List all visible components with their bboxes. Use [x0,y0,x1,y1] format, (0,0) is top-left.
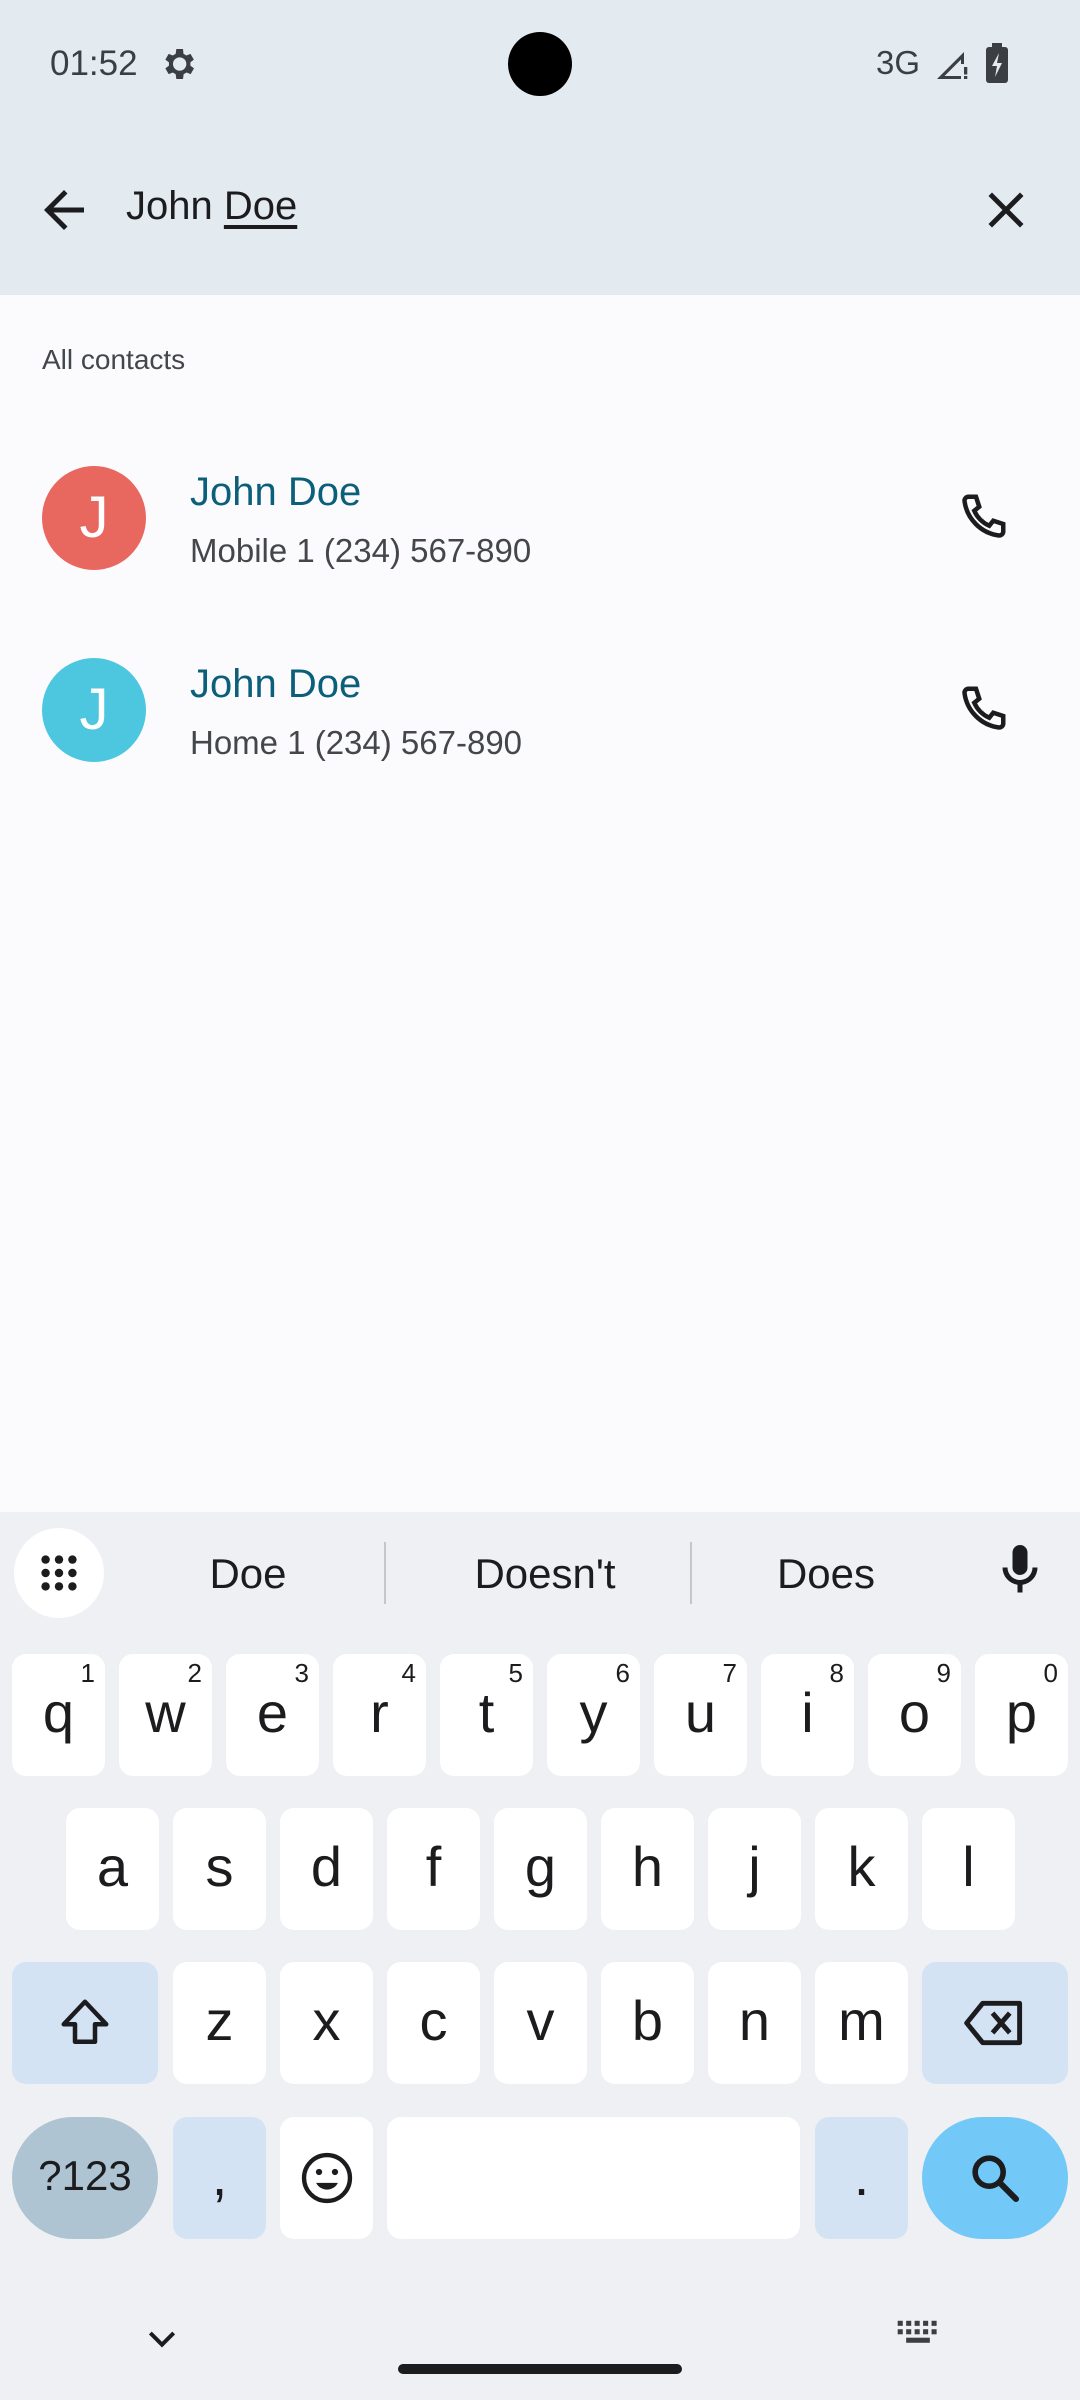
contact-name: John Doe [190,662,362,706]
key-b[interactable]: b [601,1962,694,2084]
settings-gear-icon [165,49,194,79]
key-o[interactable]: o9 [868,1654,961,1776]
contact-row[interactable]: J John Doe Mobile 1 (234) 567-890 [0,428,1080,608]
key-f[interactable]: f [387,1808,480,1930]
suggestion-item[interactable]: Doesn't [400,1550,690,1598]
key-g[interactable]: g [494,1808,587,1930]
navigation-bar [0,2290,1080,2400]
key-m[interactable]: m [815,1962,908,2084]
soft-keyboard: Doe Doesn't Does q1 w2 e3 r4 t5 y6 u7 i8… [0,1512,1080,2400]
key-y[interactable]: y6 [547,1654,640,1776]
key-n[interactable]: n [708,1962,801,2084]
battery-charging-icon [986,43,1008,83]
key-x[interactable]: x [280,1962,373,2084]
key-u[interactable]: u7 [654,1654,747,1776]
phone-call-icon[interactable] [952,488,1012,548]
key-h[interactable]: h [601,1808,694,1930]
key-v[interactable]: v [494,1962,587,2084]
period-key[interactable]: . [815,2117,908,2239]
key-j[interactable]: j [708,1808,801,1930]
network-type: 3G [876,44,921,81]
key-k[interactable]: k [815,1808,908,1930]
spacebar-key[interactable] [387,2117,800,2239]
key-t[interactable]: t5 [440,1654,533,1776]
keyboard-switch-icon[interactable] [896,2318,940,2354]
search-query-text: John [126,184,224,228]
emoji-key[interactable] [280,2117,373,2239]
chevron-down-icon[interactable] [142,2318,182,2358]
camera-cutout [508,32,572,96]
search-input[interactable]: John Doe [126,184,297,229]
section-header: All contacts [42,344,186,375]
emoji-icon [301,2152,352,2204]
backspace-icon [964,2000,1023,2046]
search-query-composing: Doe [223,184,298,228]
symbols-key[interactable]: ?123 [12,2117,158,2239]
key-q[interactable]: q1 [12,1654,105,1776]
search-icon [972,2155,1020,2203]
shift-arrow-icon [61,1999,109,2044]
avatar: J [42,466,146,570]
status-bar: 01:52 3G [0,0,1080,130]
contact-phone-detail: Mobile 1 (234) 567-890 [190,532,532,569]
suggestion-divider [690,1542,692,1604]
app-header: 01:52 3G John Doe [0,0,1080,295]
phone-call-icon[interactable] [952,680,1012,740]
key-z[interactable]: z [173,1962,266,2084]
comma-key[interactable]: , [173,2117,266,2239]
key-e[interactable]: e3 [226,1654,319,1776]
home-indicator[interactable] [398,2364,682,2374]
suggestion-item[interactable]: Doe [128,1550,368,1598]
status-time: 01:52 [50,44,138,83]
clear-search-icon[interactable] [976,180,1036,240]
search-enter-key[interactable] [922,2117,1068,2239]
key-p[interactable]: p0 [975,1654,1068,1776]
keyboard-apps-button[interactable] [14,1528,104,1618]
suggestion-strip: Doe Doesn't Does [0,1512,1080,1632]
contact-name: John Doe [190,470,362,514]
microphone-icon[interactable] [990,1540,1050,1600]
key-w[interactable]: w2 [119,1654,212,1776]
search-bar: John Doe [0,150,1080,275]
key-c[interactable]: c [387,1962,480,2084]
signal-icon [937,52,968,79]
grid-icon [41,1555,77,1591]
back-arrow-icon[interactable] [34,180,94,240]
key-r[interactable]: r4 [333,1654,426,1776]
key-s[interactable]: s [173,1808,266,1930]
avatar: J [42,658,146,762]
key-a[interactable]: a [66,1808,159,1930]
contact-row[interactable]: J John Doe Home 1 (234) 567-890 [0,620,1080,800]
contact-phone-detail: Home 1 (234) 567-890 [190,724,523,761]
key-i[interactable]: i8 [761,1654,854,1776]
suggestion-item[interactable]: Does [706,1550,946,1598]
key-l[interactable]: l [922,1808,1015,1930]
shift-key[interactable] [12,1962,158,2084]
backspace-key[interactable] [922,1962,1068,2084]
suggestion-divider [384,1542,386,1604]
key-d[interactable]: d [280,1808,373,1930]
